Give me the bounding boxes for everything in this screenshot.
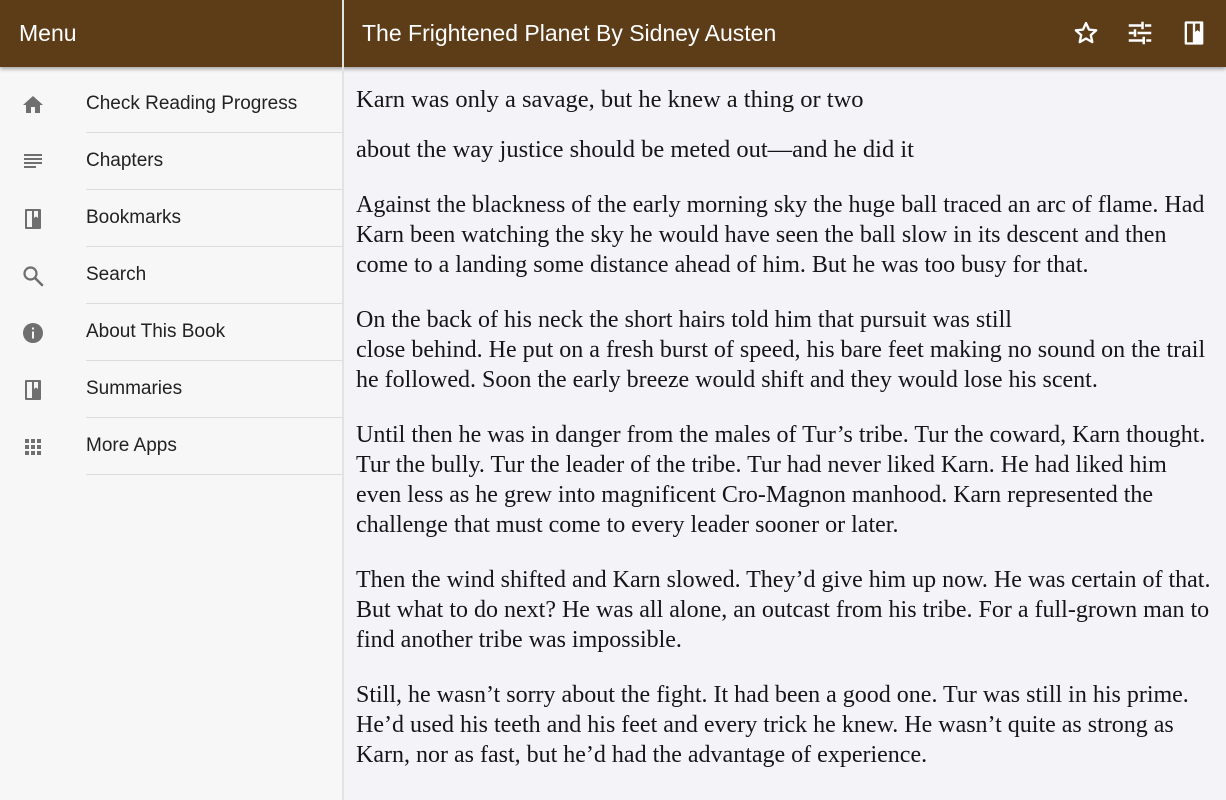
reading-pane[interactable]: Karn was only a savage, but he knew a th…: [344, 67, 1226, 800]
chapter-subtitle-line: about the way justice should be meted ou…: [356, 136, 914, 163]
book-icon-glyph: [1184, 21, 1204, 45]
star-outline-icon-glyph: [1074, 21, 1098, 44]
sidebar-menu: Check Reading Progress Chapters Bookmark…: [0, 67, 342, 800]
book-text: Karn was only a savage, but he knew a th…: [344, 67, 1226, 770]
paragraph: Then the wind shifted and Karn slowed. T…: [356, 567, 1211, 653]
star-outline-icon[interactable]: [1071, 18, 1101, 48]
sidebar-item-bookmarks[interactable]: Bookmarks: [0, 190, 342, 247]
pane-divider: [342, 0, 344, 800]
paragraph: On the back of his neck the short hairs …: [356, 307, 1012, 333]
book-title: The Frightened Planet By Sidney Austen: [362, 20, 777, 46]
sidebar-item-chapters[interactable]: Chapters: [0, 133, 342, 190]
sidebar-item-more-apps[interactable]: More Apps: [0, 418, 342, 475]
paragraph: Until then he was in danger from the mal…: [356, 422, 1206, 538]
sidebar-item-label: Bookmarks: [86, 207, 182, 228]
chapter-subtitle-line: Karn was only a savage, but he knew a th…: [356, 86, 864, 113]
sidebar-item-label: Summaries: [86, 378, 183, 399]
menu-divider: [86, 474, 342, 475]
book-icon[interactable]: [1179, 18, 1209, 48]
sidebar-item-check-reading-progress[interactable]: Check Reading Progress: [0, 76, 342, 133]
apps-grid-icon: [20, 434, 46, 460]
chapters-list-icon: [20, 149, 46, 175]
home-icon: [20, 92, 46, 118]
sidebar-item-label: More Apps: [86, 435, 177, 456]
app-bar: Menu The Frightened Planet By Sidney Aus…: [0, 0, 1226, 67]
info-icon: [20, 320, 46, 346]
book-icon: [20, 377, 46, 403]
menu-title: Menu: [19, 20, 77, 46]
sidebar-item-label: Chapters: [86, 150, 164, 171]
tune-sliders-icon-glyph: [1128, 21, 1152, 45]
book-icon: [20, 206, 46, 232]
search-icon: [20, 263, 46, 289]
sidebar-item-label: About This Book: [86, 321, 226, 342]
paragraph: close behind. He put on a fresh burst of…: [356, 337, 1206, 393]
sidebar-item-search[interactable]: Search: [0, 247, 342, 304]
sidebar-item-summaries[interactable]: Summaries: [0, 361, 342, 418]
sidebar-item-label: Check Reading Progress: [86, 93, 298, 114]
sidebar-item-label: Search: [86, 264, 147, 285]
sidebar-item-about-this-book[interactable]: About This Book: [0, 304, 342, 361]
paragraph: Still, he wasn’t sorry about the fight. …: [356, 682, 1189, 768]
tune-sliders-icon[interactable]: [1125, 18, 1155, 48]
paragraph: Against the blackness of the early morni…: [356, 192, 1205, 278]
